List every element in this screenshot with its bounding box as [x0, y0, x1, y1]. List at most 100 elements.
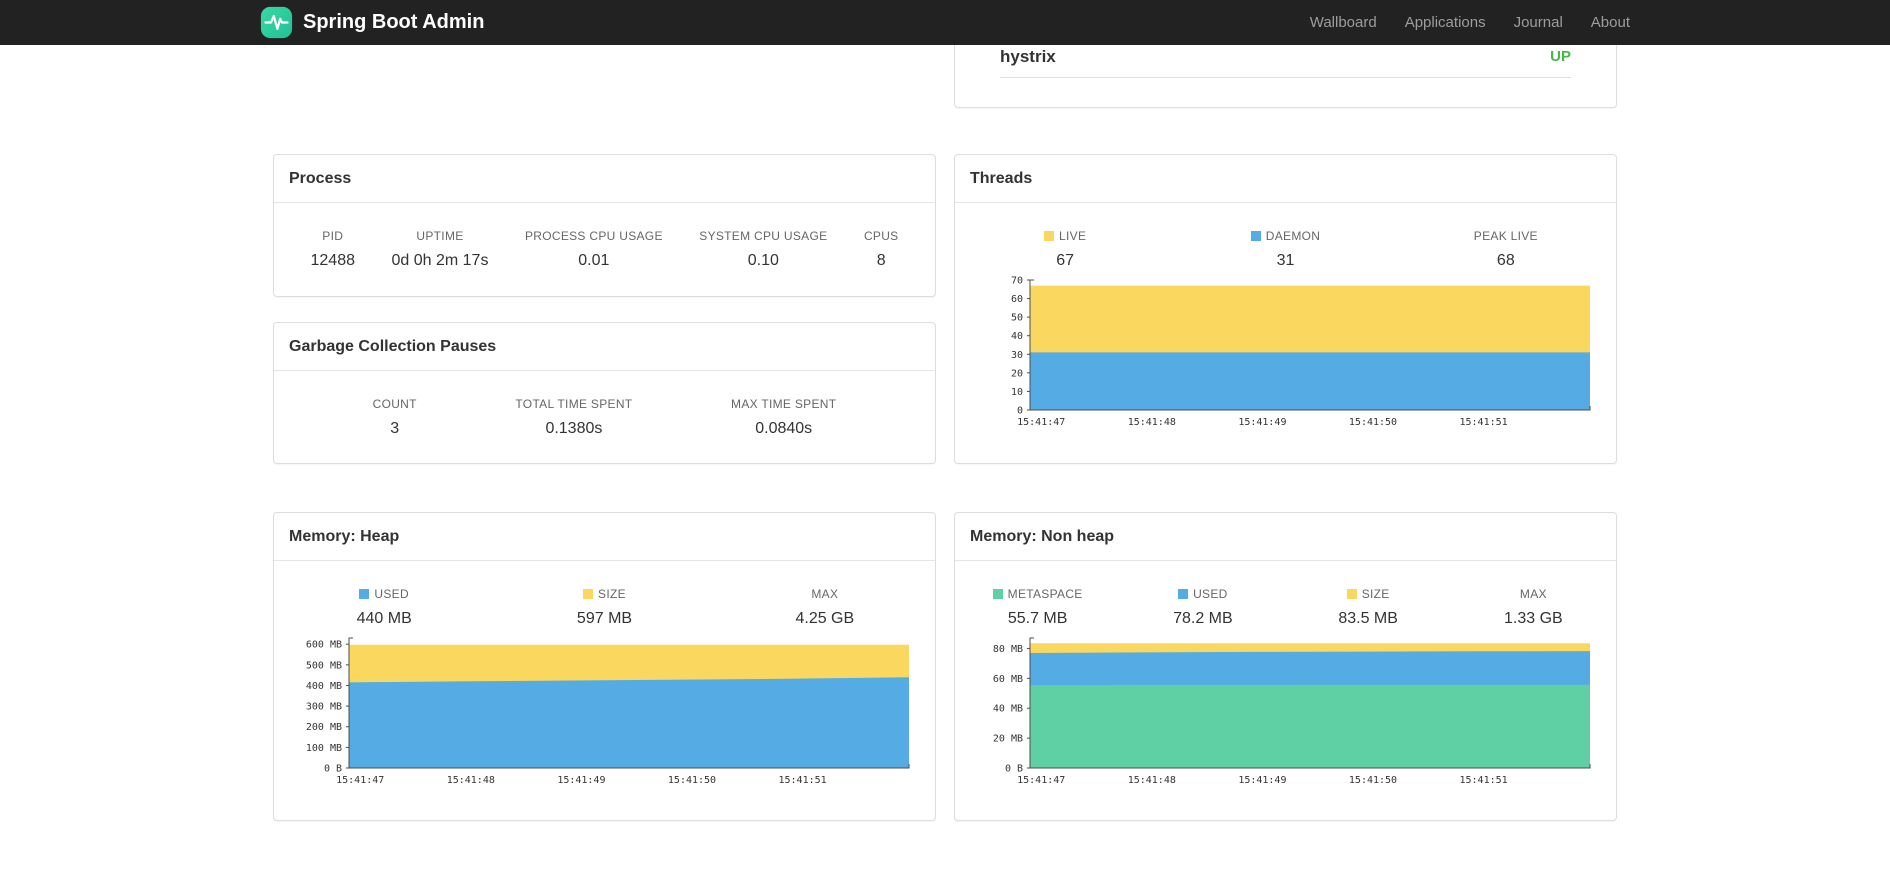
legend-item-used: USED 440 MB [274, 587, 494, 628]
stat-value: 0.0840s [755, 420, 813, 437]
svg-text:70: 70 [1011, 276, 1023, 287]
legend-value: 31 [1276, 252, 1295, 269]
size-series-swatch-icon [583, 589, 594, 599]
stat-gc-count: COUNT 3 [373, 397, 417, 438]
svg-text:100 MB: 100 MB [306, 743, 342, 754]
memory-nonheap-chart: 0 B 20 MB 40 MB 60 MB 80 MB 15:41:47 15:41:48 1… [993, 637, 1591, 786]
svg-text:15:41:50: 15:41:50 [1349, 775, 1397, 786]
svg-text:15:41:48: 15:41:48 [447, 775, 495, 786]
threads-legend: LIVE 67 DAEMON 31 PEAK LIVE 68 [955, 203, 1616, 270]
legend-label-text: SIZE [1361, 587, 1390, 601]
legend-label: USED [1120, 587, 1285, 601]
gc-panel-body: COUNT 3 TOTAL TIME SPENT 0.1380s MAX TIM… [274, 371, 935, 438]
nav-journal[interactable]: Journal [1514, 14, 1563, 31]
svg-text:15:41:51: 15:41:51 [1460, 775, 1508, 786]
stat-label: UPTIME [416, 229, 464, 243]
stat-label: PROCESS CPU USAGE [524, 229, 663, 243]
svg-text:20 MB: 20 MB [993, 734, 1023, 745]
stat-cpus: CPUS 8 [864, 229, 899, 270]
svg-text:0 B: 0 B [1005, 764, 1023, 775]
legend-item-metaspace: METASPACE 55.7 MB [955, 587, 1120, 628]
svg-text:60 MB: 60 MB [993, 674, 1023, 685]
svg-text:15:41:48: 15:41:48 [1128, 775, 1176, 786]
memory-nonheap-panel-body: METASPACE 55.7 MB USED 78.2 MB SIZE 83.5… [955, 561, 1616, 786]
svg-text:15:41:50: 15:41:50 [668, 775, 716, 786]
memory-heap-panel: Memory: Heap USED 440 MB SIZE 597 MB MAX… [273, 512, 936, 821]
memory-nonheap-panel: Memory: Non heap METASPACE 55.7 MB USED … [954, 512, 1617, 821]
legend-label-text: METASPACE [1007, 587, 1083, 601]
svg-text:15:41:49: 15:41:49 [1238, 775, 1286, 786]
metaspace-series-swatch-icon [992, 589, 1003, 599]
legend-value: 4.25 GB [795, 610, 855, 627]
svg-text:15:41:51: 15:41:51 [779, 775, 827, 786]
stat-gc-total-time: TOTAL TIME SPENT 0.1380s [515, 397, 632, 438]
legend-label: USED [274, 587, 494, 601]
stat-value: 0d 0h 2m 17s [391, 252, 489, 269]
page: Spring Boot Admin Wallboard Applications… [0, 0, 1890, 892]
legend-label: METASPACE [955, 587, 1120, 601]
stat-system-cpu-usage: SYSTEM CPU USAGE 0.10 [699, 229, 827, 270]
spring-boot-admin-logo-icon [260, 6, 293, 39]
legend-label: LIVE [955, 229, 1175, 243]
stat-uptime: UPTIME 0d 0h 2m 17s [392, 229, 489, 270]
stat-label: CPUS [863, 229, 899, 243]
stat-label: SYSTEM CPU USAGE [699, 229, 828, 243]
legend-label: MAX [715, 587, 935, 601]
svg-text:0 B: 0 B [324, 764, 342, 775]
stat-value: 3 [390, 420, 400, 437]
daemon-series-swatch-icon [1250, 231, 1261, 241]
legend-value: 83.5 MB [1338, 610, 1398, 627]
process-panel-title: Process [274, 155, 935, 203]
process-stats: PID 12488 UPTIME 0d 0h 2m 17s PROCESS CP… [274, 203, 935, 270]
legend-label: SIZE [1286, 587, 1451, 601]
used-series-swatch-icon [359, 589, 370, 599]
memory-nonheap-panel-title: Memory: Non heap [955, 513, 1616, 561]
legend-item-size: SIZE 597 MB [494, 587, 714, 628]
stat-label: TOTAL TIME SPENT [515, 397, 633, 411]
svg-text:15:41:49: 15:41:49 [557, 775, 605, 786]
stat-label: PID [322, 229, 344, 243]
legend-label-text: MAX [811, 587, 839, 601]
memory-heap-chart: 0 B 100 MB 200 MB 300 MB 400 MB 500 MB 600 MB 1… [306, 637, 910, 786]
svg-text:40: 40 [1011, 331, 1023, 342]
legend-value: 55.7 MB [1007, 610, 1068, 627]
stat-value: 12488 [310, 252, 356, 269]
legend-label-text: USED [1193, 587, 1228, 601]
gc-panel-title: Garbage Collection Pauses [274, 323, 935, 371]
legend-label-text: LIVE [1059, 229, 1087, 243]
legend-item-peak-live: PEAK LIVE 68 [1396, 229, 1616, 270]
svg-text:50: 50 [1011, 313, 1023, 324]
svg-text:15:41:47: 15:41:47 [1017, 775, 1065, 786]
nav-wallboard[interactable]: Wallboard [1310, 14, 1377, 31]
nav-applications[interactable]: Applications [1405, 14, 1486, 31]
legend-label-text: DAEMON [1265, 229, 1321, 243]
svg-text:500 MB: 500 MB [306, 660, 342, 671]
svg-text:30: 30 [1011, 350, 1023, 361]
legend-label-text: USED [374, 587, 409, 601]
threads-panel-body: LIVE 67 DAEMON 31 PEAK LIVE 68 0 10 20 30 40… [955, 203, 1616, 428]
legend-label-text: PEAK LIVE [1473, 229, 1538, 243]
memory-heap-panel-title: Memory: Heap [274, 513, 935, 561]
health-status-badge: UP [1550, 48, 1571, 65]
stat-label: MAX TIME SPENT [731, 397, 837, 411]
svg-text:20: 20 [1011, 368, 1023, 379]
nav-menu: Wallboard Applications Journal About [1310, 14, 1630, 31]
brand[interactable]: Spring Boot Admin [260, 6, 484, 39]
stat-gc-max-time: MAX TIME SPENT 0.0840s [731, 397, 836, 438]
svg-text:15:41:47: 15:41:47 [336, 775, 384, 786]
legend-item-size: SIZE 83.5 MB [1286, 587, 1451, 628]
svg-text:15:41:51: 15:41:51 [1460, 417, 1508, 428]
svg-text:80 MB: 80 MB [993, 644, 1023, 655]
live-series-swatch-icon [1044, 231, 1055, 241]
content: hystrix UP Process PID 12488 UPTIME 0d 0… [273, 0, 1617, 892]
legend-value: 78.2 MB [1173, 610, 1233, 627]
svg-text:15:41:49: 15:41:49 [1238, 417, 1286, 428]
svg-text:15:41:50: 15:41:50 [1349, 417, 1397, 428]
legend-item-daemon: DAEMON 31 [1175, 229, 1395, 270]
svg-text:600 MB: 600 MB [306, 640, 342, 651]
health-item-name: hystrix [1000, 46, 1056, 66]
threads-panel: Threads LIVE 67 DAEMON 31 PEAK LIVE 68 0… [954, 154, 1617, 464]
legend-label: MAX [1451, 587, 1616, 601]
legend-item-max: MAX 1.33 GB [1451, 587, 1616, 628]
nav-about[interactable]: About [1591, 14, 1630, 31]
